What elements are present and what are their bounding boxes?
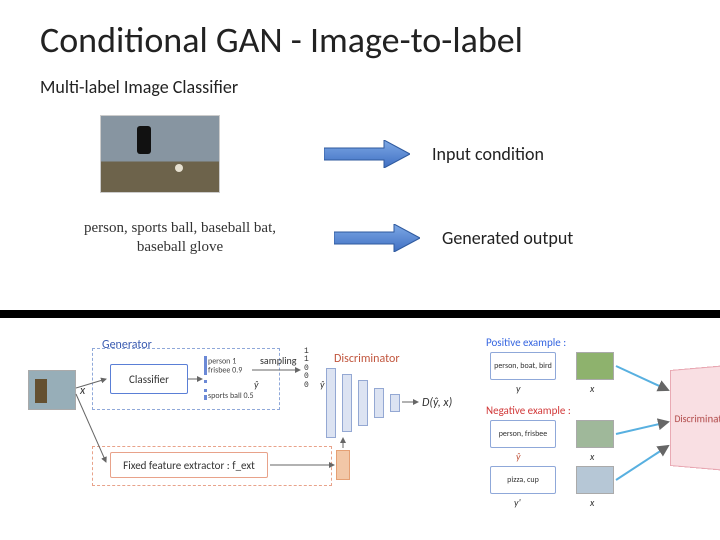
example-image: [100, 115, 220, 193]
arrow-right-icon: [334, 224, 420, 252]
diagram-arrows: [20, 330, 700, 520]
input-condition-label: Input condition: [432, 143, 544, 165]
arrow-right-icon: [324, 140, 410, 168]
labels-caption: person, sports ball, baseball bat, baseb…: [70, 219, 290, 258]
architecture-diagram: x Generator Classifier Fixed feature ext…: [20, 330, 700, 520]
page-title: Conditional GAN - Image-to-label: [40, 18, 680, 62]
subtitle: Multi-label Image Classifier: [40, 76, 680, 98]
separator: [0, 310, 720, 318]
generated-output-label: Generated output: [442, 227, 573, 249]
